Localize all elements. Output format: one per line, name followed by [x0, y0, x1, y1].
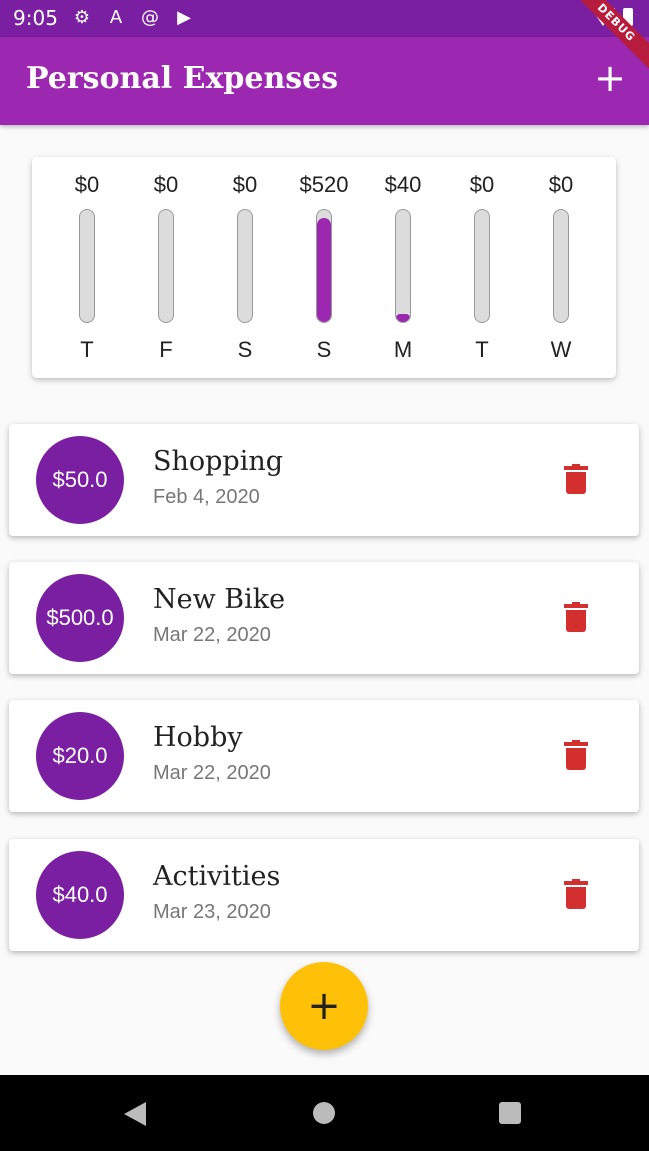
chart-bar-column: $0 T [450, 157, 514, 378]
transaction-date: Mar 23, 2020 [153, 901, 271, 923]
status-bar: 9:05 ⚙ A @ ▶ [0, 0, 649, 37]
chart-amount-label: $0 [74, 172, 100, 197]
chart-bar-column: $0 T [55, 157, 119, 378]
add-transaction-icon-button[interactable]: + [593, 59, 627, 97]
back-icon[interactable] [124, 1102, 146, 1126]
chart-bar-column: $0 W [529, 157, 593, 378]
amount-avatar: $40.0 [36, 851, 124, 939]
chart-amount-label: $0 [232, 172, 258, 197]
at-icon: @ [141, 7, 159, 28]
chart-amount-label: $0 [548, 172, 574, 197]
trash-body [566, 748, 586, 770]
chart-amount-label: $0 [469, 172, 495, 197]
play-icon: ▶ [177, 7, 191, 28]
chart-day-label: T [80, 337, 94, 362]
trash-body [566, 472, 586, 494]
status-time: 9:05 [13, 6, 58, 30]
transaction-title: New Bike [153, 584, 286, 615]
transaction-card: $20.0 Hobby Mar 22, 2020 [9, 700, 639, 812]
chart-bar-column: $520 S [292, 157, 356, 378]
transaction-card: $40.0 Activities Mar 23, 2020 [9, 839, 639, 951]
chart-bar-column: $0 S [213, 157, 277, 378]
chart-day-label: S [316, 337, 332, 362]
home-icon[interactable] [313, 1102, 335, 1124]
chart-day-label: S [237, 337, 253, 362]
status-icons: ⚙ A @ ▶ [72, 8, 194, 28]
chart-bar-fill [396, 314, 410, 322]
chart-amount-label: $0 [153, 172, 179, 197]
transaction-title: Shopping [153, 446, 284, 477]
transaction-date: Mar 22, 2020 [153, 624, 271, 646]
add-fab-button[interactable]: + [280, 962, 368, 1050]
weekly-chart-card: $0 T $0 F $0 S $520 S $40 M $0 T $0 W [32, 157, 616, 378]
delete-icon[interactable] [564, 740, 588, 772]
chart-bar-track [553, 209, 569, 323]
chart-bar-fill [317, 217, 331, 322]
transaction-card: $500.0 New Bike Mar 22, 2020 [9, 562, 639, 674]
chart-bar-track [316, 209, 332, 323]
transaction-title: Hobby [153, 722, 243, 753]
trash-lid [564, 604, 588, 608]
chart-bar-column: $0 F [134, 157, 198, 378]
chart-bar-track [237, 209, 253, 323]
trash-lid [564, 742, 588, 746]
transaction-title: Activities [153, 861, 281, 892]
chart-bar-track [158, 209, 174, 323]
chart-day-label: T [475, 337, 489, 362]
trash-body [566, 610, 586, 632]
page-title: Personal Expenses [26, 61, 339, 96]
chart-amount-label: $520 [299, 172, 349, 197]
chart-day-label: W [550, 337, 572, 362]
navigation-bar [0, 1075, 649, 1151]
amount-avatar: $50.0 [36, 436, 124, 524]
gear-icon: ⚙ [73, 7, 91, 28]
delete-icon[interactable] [564, 602, 588, 634]
trash-lid [564, 881, 588, 885]
chart-day-label: M [393, 337, 413, 362]
amount-avatar: $20.0 [36, 712, 124, 800]
transaction-card: $50.0 Shopping Feb 4, 2020 [9, 424, 639, 536]
app-bar: Personal Expenses + [0, 37, 649, 125]
trash-body [566, 887, 586, 909]
transaction-date: Feb 4, 2020 [153, 486, 260, 508]
chart-bar-column: $40 M [371, 157, 435, 378]
amount-avatar: $500.0 [36, 574, 124, 662]
transaction-date: Mar 22, 2020 [153, 762, 271, 784]
a-icon: A [109, 7, 123, 28]
recents-icon[interactable] [499, 1102, 521, 1124]
chart-bar-track [79, 209, 95, 323]
delete-icon[interactable] [564, 879, 588, 911]
chart-bar-track [474, 209, 490, 323]
chart-bar-track [395, 209, 411, 323]
chart-day-label: F [159, 337, 173, 362]
delete-icon[interactable] [564, 464, 588, 496]
chart-amount-label: $40 [384, 172, 422, 197]
trash-lid [564, 466, 588, 470]
